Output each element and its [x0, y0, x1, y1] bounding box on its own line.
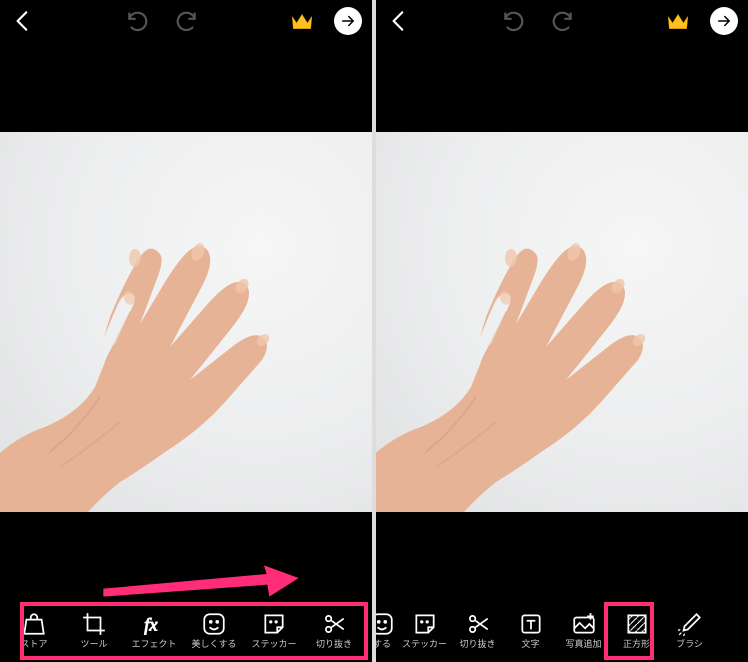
undo-button[interactable]: [501, 8, 527, 34]
scissors-icon: [463, 610, 493, 638]
back-button[interactable]: [10, 8, 36, 34]
redo-button[interactable]: [173, 8, 199, 34]
tool-label: ブラシ: [676, 640, 703, 649]
tool-label: ツール: [80, 640, 107, 649]
premium-crown-icon[interactable]: [664, 7, 692, 35]
redo-button[interactable]: [549, 8, 575, 34]
bottom-toolbar: する ステッカー 切り抜き 文字 写真追加 正方形: [376, 600, 748, 662]
tool-tools[interactable]: ツール: [64, 602, 124, 656]
tool-label: 文字: [521, 640, 539, 649]
tool-store[interactable]: ストア: [4, 602, 64, 656]
tool-brush[interactable]: ブラシ: [663, 602, 716, 656]
back-button[interactable]: [386, 8, 412, 34]
tool-label: 切り抜き: [316, 640, 352, 649]
scissors-icon: [319, 610, 349, 638]
tool-label: ステッカー: [251, 640, 296, 649]
tool-label: 正方形: [623, 640, 650, 649]
comparison-stage: ストア ツール エフェクト 美しくする ステッカー 切り抜き: [0, 0, 748, 662]
canvas-padding-bottom: [376, 512, 748, 600]
edit-canvas[interactable]: [376, 132, 748, 512]
top-bar: [376, 0, 748, 42]
brush-icon: [675, 610, 705, 638]
sticker-icon: [259, 610, 289, 638]
photo-content-hand: [376, 202, 686, 512]
tool-label: ストア: [20, 640, 47, 649]
sticker-icon: [410, 610, 440, 638]
tool-cutout[interactable]: 切り抜き: [304, 602, 364, 656]
tool-label: 写真追加: [565, 640, 601, 649]
square-icon: [622, 610, 652, 638]
tool-label: エフェクト: [131, 640, 176, 649]
screen-left: ストア ツール エフェクト 美しくする ステッカー 切り抜き: [0, 0, 372, 662]
tool-effect[interactable]: エフェクト: [124, 602, 184, 656]
top-bar: [0, 0, 372, 42]
undo-button[interactable]: [125, 8, 151, 34]
canvas-padding-top: [0, 42, 372, 132]
tool-square[interactable]: 正方形: [610, 602, 663, 656]
tool-sticker[interactable]: ステッカー: [244, 602, 304, 656]
edit-canvas[interactable]: [0, 132, 372, 512]
screen-right: する ステッカー 切り抜き 文字 写真追加 正方形: [376, 0, 748, 662]
face-icon: [376, 610, 397, 638]
tool-sticker[interactable]: ステッカー: [398, 602, 451, 656]
annotation-arrow: [50, 562, 350, 602]
bottom-toolbar: ストア ツール エフェクト 美しくする ステッカー 切り抜き: [0, 600, 372, 662]
crop-icon: [79, 610, 109, 638]
bag-icon: [19, 610, 49, 638]
canvas-padding-top: [376, 42, 748, 132]
tool-label: 美しくする: [191, 640, 236, 649]
text-icon: [516, 610, 546, 638]
tool-label: 切り抜き: [459, 640, 495, 649]
tool-beauty-partial[interactable]: する: [376, 602, 398, 656]
tool-cutout[interactable]: 切り抜き: [451, 602, 504, 656]
photo-content-hand: [0, 202, 310, 512]
next-button[interactable]: [334, 7, 362, 35]
add-photo-icon: [569, 610, 599, 638]
tool-label: ステッカー: [402, 640, 447, 649]
premium-crown-icon[interactable]: [288, 7, 316, 35]
fx-icon: [139, 610, 169, 638]
tool-add-photo[interactable]: 写真追加: [557, 602, 610, 656]
tool-beauty[interactable]: 美しくする: [184, 602, 244, 656]
face-icon: [199, 610, 229, 638]
next-button[interactable]: [710, 7, 738, 35]
tool-label: する: [376, 640, 391, 649]
canvas-padding-bottom: [0, 512, 372, 600]
tool-text[interactable]: 文字: [504, 602, 557, 656]
